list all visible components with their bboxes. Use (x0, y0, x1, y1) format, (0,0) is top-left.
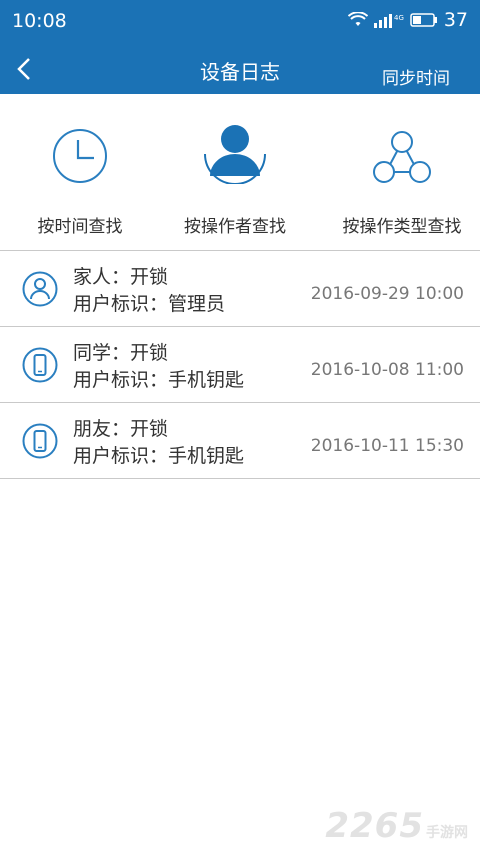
log-operator: 同学：开锁 (73, 342, 169, 364)
network-label: 4G (394, 14, 404, 22)
filter-label: 按操作者查找 (184, 217, 286, 237)
filter-label: 按操作类型查找 (342, 217, 462, 237)
watermark-number: 2265 (325, 806, 424, 846)
log-time: 2016-09-29 10:00 (310, 284, 464, 304)
sync-time-button[interactable]: 同步时间 (382, 64, 450, 89)
person-icon (204, 125, 266, 184)
clock-icon (53, 129, 107, 183)
filter-by-operation-type[interactable]: 按操作类型查找 (322, 94, 480, 250)
share-icon (373, 131, 431, 183)
log-row[interactable]: 朋友：开锁 用户标识：手机钥匙 2016-10-11 15:30 (0, 402, 480, 479)
log-operator: 朋友：开锁 (73, 418, 169, 440)
status-time: 10:08 (12, 10, 67, 32)
user-circle-icon (22, 271, 58, 307)
signal-icon: 4G (373, 14, 404, 28)
log-user-id: 用户标识：管理员 (73, 293, 226, 315)
log-time: 2016-10-08 11:00 (310, 360, 464, 380)
log-time: 2016-10-11 15:30 (310, 436, 464, 456)
status-icons: 4G 37 (347, 9, 468, 31)
wifi-icon (347, 12, 368, 26)
log-row[interactable]: 同学：开锁 用户标识：手机钥匙 2016-10-08 11:00 (0, 326, 480, 402)
battery-icon (410, 13, 437, 27)
log-row[interactable]: 家人：开锁 用户标识：管理员 2016-09-29 10:00 (0, 250, 480, 326)
log-user-id: 用户标识：手机钥匙 (73, 445, 245, 467)
status-bar: 10:08 4G 37 (0, 0, 480, 44)
app-bar: 设备日志 同步时间 (0, 44, 480, 94)
phone-circle-icon (22, 423, 58, 459)
filter-by-time[interactable]: 按时间查找 (0, 94, 160, 250)
log-list: 家人：开锁 用户标识：管理员 2016-09-29 10:00 同学：开锁 用户… (0, 250, 480, 479)
watermark-text: 手游网 (426, 825, 468, 841)
phone-circle-icon (22, 347, 58, 383)
log-user-id: 用户标识：手机钥匙 (73, 369, 245, 391)
filter-bar: 按时间查找 按操作者查找 按操作类型查找 (0, 94, 480, 250)
filter-label: 按时间查找 (37, 217, 123, 237)
watermark: 2265 手游网 (325, 806, 468, 846)
filter-by-operator[interactable]: 按操作者查找 (155, 94, 315, 250)
log-operator: 家人：开锁 (73, 266, 169, 288)
battery-level: 37 (443, 9, 468, 31)
